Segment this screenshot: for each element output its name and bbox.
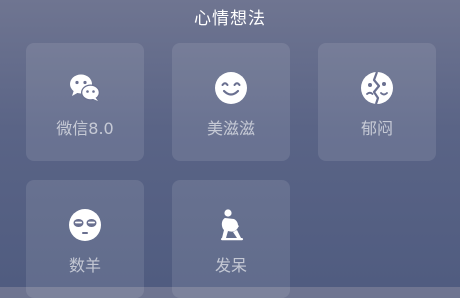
page-title: 心情想法 [194, 9, 266, 29]
tile-label: 数羊 [68, 256, 101, 275]
squatting-person-icon [213, 207, 249, 243]
smile-icon [213, 70, 249, 106]
mood-grid: 微信8.0 美滋滋 郁闷 数羊 发呆 [26, 43, 436, 298]
tile-wechat[interactable]: 微信8.0 [26, 43, 144, 161]
tile-label: 微信8.0 [56, 119, 114, 138]
split-face-icon [359, 70, 395, 106]
tile-label: 郁闷 [360, 119, 393, 138]
wechat-icon [67, 70, 103, 106]
tile-daze[interactable]: 发呆 [172, 180, 290, 298]
tile-gloomy[interactable]: 郁闷 [318, 43, 436, 161]
tile-label: 发呆 [214, 256, 247, 275]
tile-happy[interactable]: 美滋滋 [172, 43, 290, 161]
sleepy-face-icon [67, 207, 103, 243]
tile-counting-sheep[interactable]: 数羊 [26, 180, 144, 298]
tile-label: 美滋滋 [206, 119, 255, 138]
